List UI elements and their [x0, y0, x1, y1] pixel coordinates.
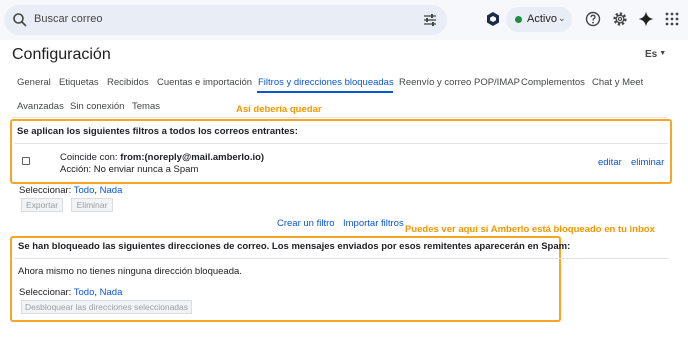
language-selector[interactable]: Es ▼ — [645, 49, 666, 60]
top-bar: Buscar correo Activo ⌄ — [0, 0, 688, 40]
filters-select-all-link[interactable]: Todo — [74, 185, 95, 196]
blocked-select-none-link[interactable]: Nada — [100, 287, 123, 298]
gemini-sparkle-icon[interactable] — [638, 11, 654, 27]
language-label: Es — [645, 49, 658, 60]
filter-match: Coincide con: from:(noreply@mail.amberlo… — [60, 152, 264, 163]
search-input[interactable]: Buscar correo — [34, 13, 102, 25]
status-selector[interactable]: Activo ⌄ — [506, 7, 572, 32]
unblock-button[interactable]: Desbloquear las direcciones seleccionada… — [21, 300, 192, 314]
search-bar[interactable]: Buscar correo — [4, 5, 447, 35]
blocked-empty-message: Ahora mismo no tienes ninguna dirección … — [18, 266, 242, 277]
blocked-divider — [14, 258, 668, 259]
tab-labels[interactable]: Etiquetas — [59, 77, 99, 88]
filter-match-prefix: Coincide con: — [60, 152, 118, 163]
chevron-down-icon: ⌄ — [558, 13, 566, 23]
filter-action: Acción: No enviar nunca a Spam — [60, 164, 199, 175]
remove-button[interactable]: Eliminar — [71, 198, 113, 212]
tab-themes[interactable]: Temas — [132, 101, 160, 112]
filters-divider — [14, 143, 668, 144]
status-dot — [515, 16, 522, 23]
import-filters-link[interactable]: Importar filtros — [343, 218, 404, 229]
tab-divider — [12, 117, 667, 118]
annotation-blocked-hint: Puedes ver aquí si Amberlo está bloquead… — [405, 224, 655, 235]
tab-chat-meet[interactable]: Chat y Meet — [592, 77, 643, 88]
tab-addons[interactable]: Complementos — [521, 77, 585, 88]
export-button[interactable]: Exportar — [21, 198, 63, 212]
help-icon[interactable] — [585, 11, 601, 27]
create-filter-link[interactable]: Crear un filtro — [277, 218, 335, 229]
blocked-select-label: Seleccionar: — [19, 287, 72, 298]
filter-checkbox[interactable] — [22, 157, 30, 165]
active-tab-indicator — [257, 91, 393, 93]
tab-general[interactable]: General — [17, 77, 51, 88]
filter-match-value: from:(noreply@mail.amberlo.io) — [120, 152, 265, 163]
annotation-expected-result: Así debería quedar — [236, 104, 322, 115]
tab-forwarding[interactable]: Reenvío y correo POP/IMAP — [399, 77, 520, 88]
filters-select-row: Seleccionar: Todo, Nada — [19, 185, 123, 196]
status-label: Activo — [527, 13, 557, 25]
filters-section-title: Se aplican los siguientes filtros a todo… — [17, 126, 298, 137]
extension-icon[interactable] — [487, 12, 499, 26]
blocked-select-all-link[interactable]: Todo — [74, 287, 95, 298]
delete-filter-link[interactable]: eliminar — [631, 157, 664, 168]
filters-select-label: Seleccionar: — [19, 185, 72, 196]
filters-select-none-link[interactable]: Nada — [100, 185, 123, 196]
search-icon[interactable] — [12, 12, 28, 28]
blocked-select-row: Seleccionar: Todo, Nada — [19, 287, 123, 298]
apps-grid-icon[interactable] — [664, 11, 680, 27]
tab-inbox[interactable]: Recibidos — [107, 77, 149, 88]
tab-advanced[interactable]: Avanzadas — [17, 101, 64, 112]
blocked-section-title: Se han bloqueado las siguientes direccio… — [18, 241, 571, 252]
tab-accounts[interactable]: Cuentas e importación — [157, 77, 252, 88]
edit-filter-link[interactable]: editar — [598, 157, 622, 168]
gear-icon[interactable] — [612, 11, 628, 27]
tab-filters[interactable]: Filtros y direcciones bloqueadas — [258, 77, 394, 88]
page-title: Configuración — [12, 46, 111, 63]
caret-down-icon: ▼ — [659, 50, 667, 57]
search-options-icon[interactable] — [423, 13, 437, 27]
tab-offline[interactable]: Sin conexión — [70, 101, 124, 112]
